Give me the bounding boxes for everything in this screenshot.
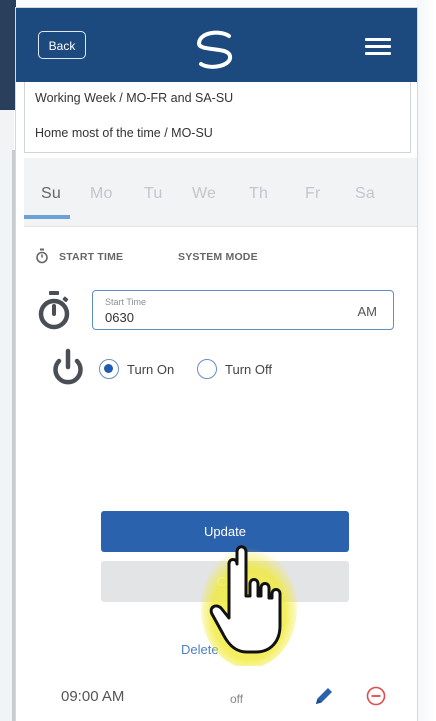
stopwatch-icon-large — [38, 291, 70, 330]
schedule-entry-time: 09:00 AM — [61, 688, 125, 705]
tab-thursday[interactable]: Th — [249, 185, 268, 203]
background-dark-strip — [0, 0, 16, 110]
stopwatch-icon — [36, 248, 48, 264]
schedule-item-working-week[interactable]: Working Week / MO-FR and SA-SU — [25, 82, 410, 117]
start-time-value[interactable]: 0630 — [105, 310, 134, 325]
tab-friday[interactable]: Fr — [305, 185, 321, 203]
tab-wednesday[interactable]: We — [192, 185, 216, 203]
tab-monday[interactable]: Mo — [90, 185, 113, 203]
tab-saturday[interactable]: Sa — [355, 185, 375, 203]
start-time-input[interactable]: Start Time 0630 AM — [92, 290, 394, 330]
day-tabs: Su Mo Tu We Th Fr Sa — [24, 158, 417, 227]
active-tab-indicator — [24, 215, 70, 219]
app-header: Back — [16, 8, 417, 82]
am-pm-indicator[interactable]: AM — [358, 304, 378, 319]
turn-on-label[interactable]: Turn On — [127, 362, 174, 377]
turn-off-radio[interactable] — [197, 359, 217, 379]
schedule-entry-mode: off — [230, 692, 244, 706]
background-top — [0, 0, 436, 8]
remove-circle-icon[interactable] — [366, 686, 386, 706]
turn-off-label[interactable]: Turn Off — [225, 362, 272, 377]
start-time-column-header: START TIME — [59, 251, 124, 263]
schedule-item-home[interactable]: Home most of the time / MO-SU — [25, 117, 410, 152]
turn-on-radio[interactable] — [99, 359, 119, 379]
schedule-list: Working Week / MO-FR and SA-SU Home most… — [24, 82, 411, 153]
system-mode-column-header: SYSTEM MODE — [178, 251, 258, 263]
tab-tuesday[interactable]: Tu — [144, 185, 162, 203]
start-time-label: Start Time — [105, 297, 147, 307]
back-button[interactable]: Back — [38, 31, 86, 59]
power-icon — [53, 348, 83, 385]
pencil-icon[interactable] — [312, 684, 336, 708]
background-edge — [12, 150, 15, 721]
tab-sunday[interactable]: Su — [41, 185, 61, 203]
app-screen: Back Working Week / MO-FR and SA-SU Home… — [16, 8, 417, 721]
swirl-logo-icon — [197, 30, 232, 69]
pointing-hand-cursor-icon — [201, 545, 297, 666]
background-right-panel — [417, 0, 436, 721]
hamburger-menu-icon[interactable] — [365, 38, 391, 56]
